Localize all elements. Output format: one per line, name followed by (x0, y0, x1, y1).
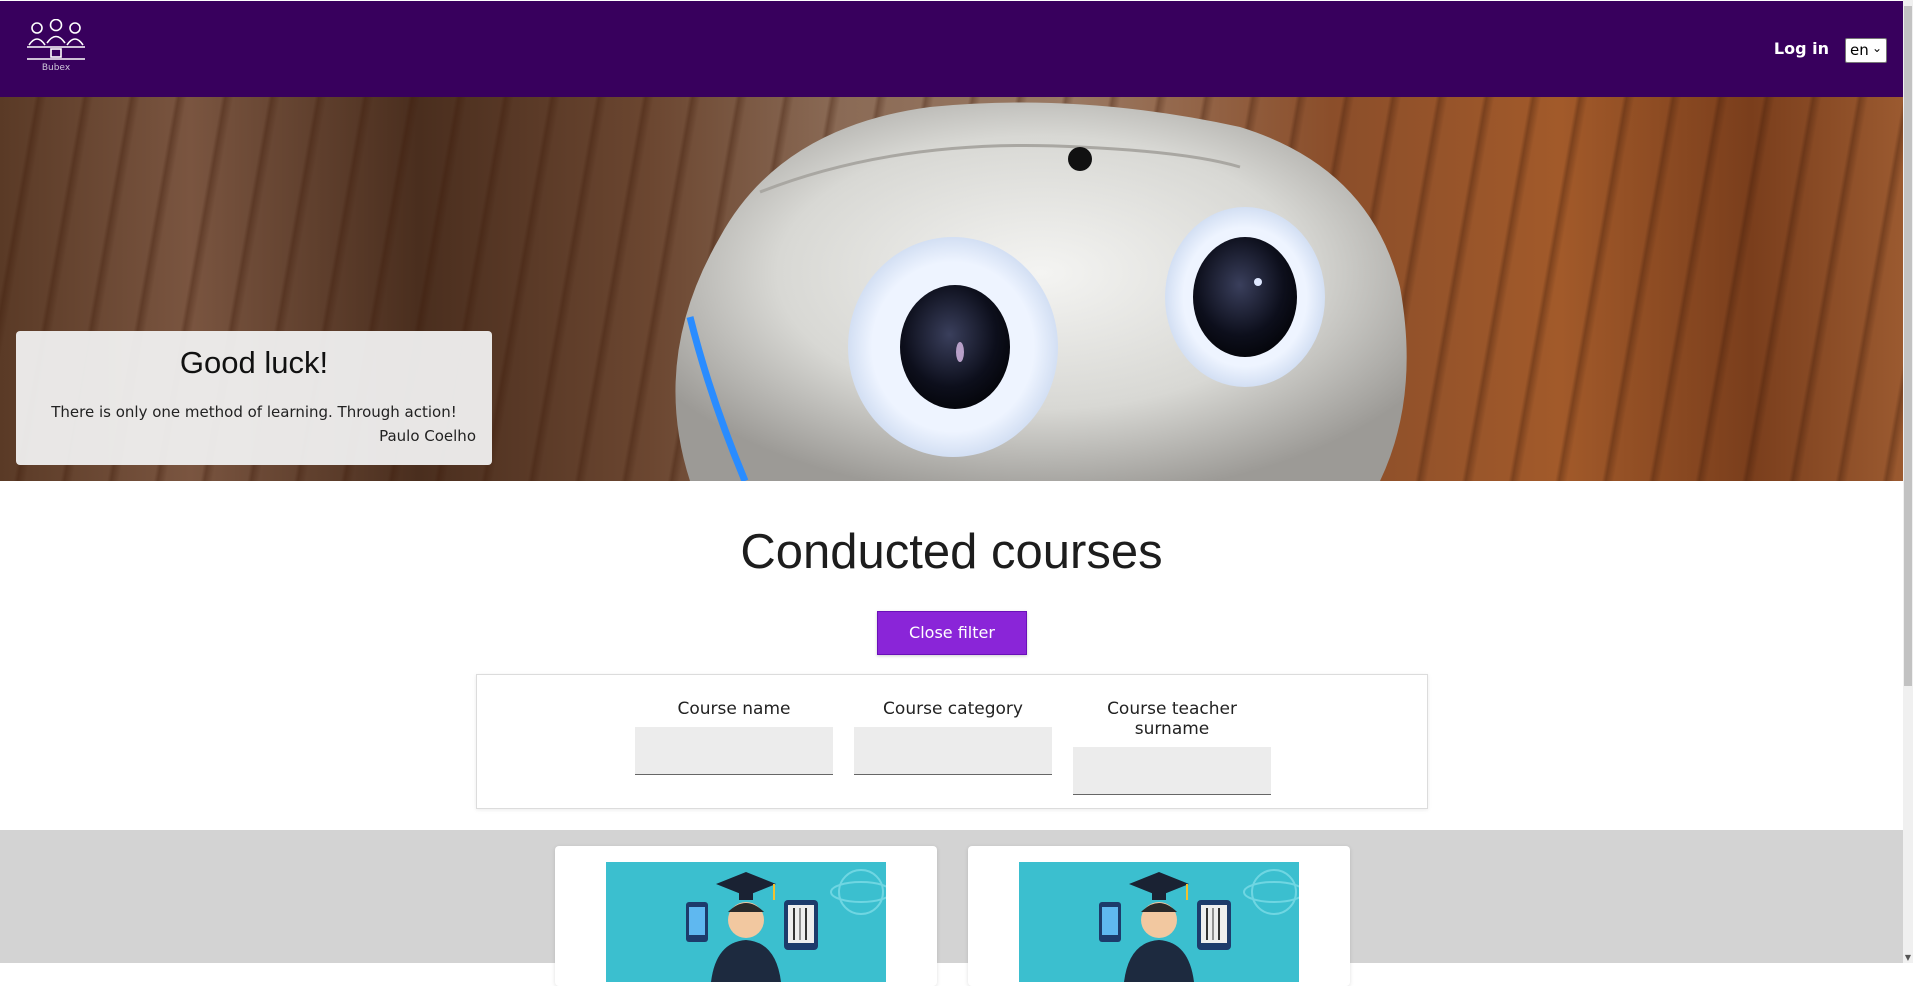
graduate-illustration-icon (1019, 862, 1299, 982)
login-link[interactable]: Log in (1774, 39, 1829, 58)
teacher-surname-filter: Course teacher surname (1073, 699, 1271, 795)
teacher-surname-label: Course teacher surname (1107, 699, 1237, 739)
course-name-filter: Course name (635, 699, 833, 775)
quote-card: Good luck! There is only one method of l… (16, 331, 492, 465)
quote-text: There is only one method of learning. Th… (51, 403, 457, 421)
language-select[interactable]: en ⌄ (1845, 38, 1887, 63)
graduate-illustration-icon (606, 862, 886, 982)
vertical-scrollbar[interactable]: ▼ (1903, 0, 1913, 963)
language-select-value: en (1850, 41, 1869, 59)
course-name-label: Course name (677, 699, 791, 719)
course-category-label: Course category (883, 699, 1023, 719)
scroll-down-arrow-icon[interactable]: ▼ (1904, 953, 1912, 963)
logo[interactable]: Bubex (25, 18, 87, 75)
hero-banner: Good luck! There is only one method of l… (0, 97, 1903, 481)
scrollbar-thumb[interactable] (1904, 6, 1912, 686)
course-card[interactable] (555, 846, 937, 986)
close-filter-button[interactable]: Close filter (877, 611, 1027, 655)
course-category-filter: Course category (854, 699, 1052, 775)
courses-list (0, 830, 1903, 986)
teacher-surname-input[interactable] (1073, 747, 1271, 795)
quote-author: Paulo Coelho (379, 427, 476, 445)
logo-icon (27, 18, 85, 60)
filter-panel: Course name Course category Course teach… (476, 674, 1428, 809)
logo-text: Bubex (41, 63, 71, 73)
top-navbar: Bubex Log in en ⌄ (0, 1, 1903, 97)
course-name-input[interactable] (635, 727, 833, 775)
page-title: Conducted courses (740, 525, 1163, 579)
quote-title: Good luck! (179, 345, 329, 380)
chevron-down-icon: ⌄ (1871, 41, 1882, 55)
course-card[interactable] (968, 846, 1350, 986)
course-category-input[interactable] (854, 727, 1052, 775)
